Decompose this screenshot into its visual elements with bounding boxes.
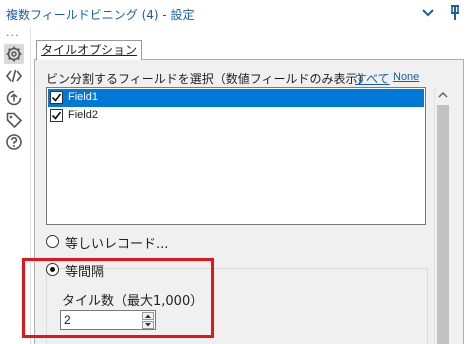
list-item[interactable]: Field2	[48, 107, 424, 125]
pin-icon[interactable]	[446, 4, 464, 22]
radio-label: 等間隔	[65, 265, 105, 280]
help-icon[interactable]	[4, 132, 24, 152]
scroll-up-arrow-icon[interactable]	[435, 87, 451, 103]
sidebar-divider	[30, 28, 31, 344]
tile-count-label: タイル数（最大1,000）	[62, 294, 204, 309]
annotation-icon[interactable]	[4, 88, 24, 108]
tab-label: タイルオプション	[41, 43, 138, 57]
scroll-thumb[interactable]	[437, 105, 449, 344]
title-bar: 複数フィールドビニング (4) - 設定	[0, 0, 470, 28]
radio-button[interactable]	[46, 263, 59, 276]
code-icon[interactable]	[4, 66, 24, 86]
tile-count-stepper[interactable]: 2	[60, 310, 156, 330]
field-listbox[interactable]: Field1 Field2	[46, 87, 426, 225]
field-select-label: ビン分割するフィールドを選択（数値フィールドのみ表示）	[46, 72, 370, 86]
tab-tile-options[interactable]: タイルオプション	[36, 40, 143, 60]
field1-checkbox[interactable]	[50, 91, 63, 104]
select-all-link[interactable]: すべて	[355, 70, 390, 87]
list-item-label: Field1	[68, 91, 98, 103]
more-dots[interactable]: ...	[6, 27, 20, 38]
tile-count-value: 2	[64, 313, 71, 327]
field2-checkbox[interactable]	[50, 109, 63, 122]
settings-gear-icon[interactable]	[4, 44, 24, 64]
vertical-scrollbar[interactable]	[434, 87, 451, 344]
spin-up-icon[interactable]	[142, 312, 154, 320]
chevron-down-icon[interactable]	[419, 4, 437, 22]
radio-selected-dot	[50, 267, 55, 272]
window-title: 複数フィールドビニング (4) - 設定	[6, 8, 195, 22]
list-item-label: Field2	[68, 109, 98, 121]
spin-down-icon[interactable]	[142, 321, 154, 329]
radio-label: 等しいレコード...	[65, 237, 169, 252]
select-none-link[interactable]: None	[393, 71, 419, 83]
radio-button[interactable]	[46, 235, 59, 248]
list-item[interactable]: Field1	[48, 89, 424, 107]
tag-icon[interactable]	[4, 110, 24, 130]
